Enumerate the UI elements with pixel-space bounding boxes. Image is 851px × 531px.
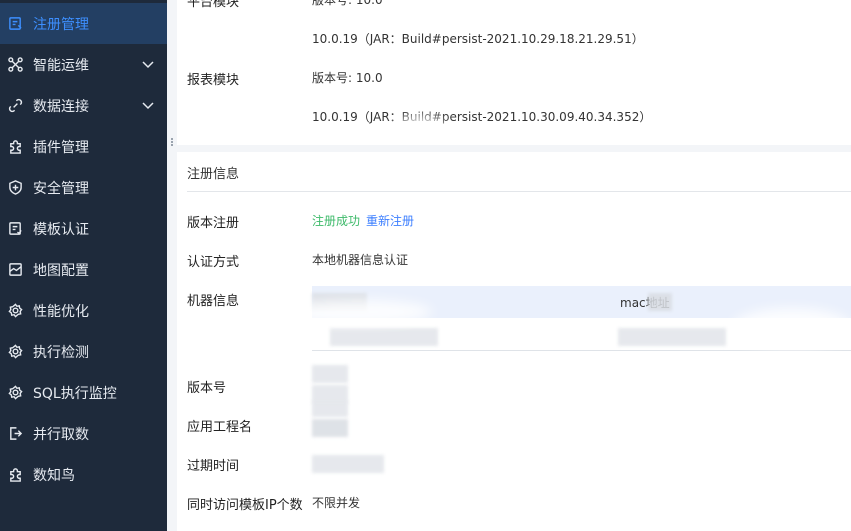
section-title: 注册信息 bbox=[187, 167, 240, 182]
redacted-value bbox=[330, 328, 438, 346]
version-register-label: 版本注册 bbox=[187, 216, 240, 231]
sidebar-item-label: 插件管理 bbox=[33, 139, 89, 156]
redacted-value bbox=[312, 365, 348, 383]
sidebar-item-exec-check[interactable]: 执行检测 bbox=[0, 331, 167, 372]
sidebar-item-label: 数据连接 bbox=[33, 98, 89, 115]
register-status-row: 注册成功 重新注册 bbox=[312, 212, 414, 229]
redacted-value bbox=[312, 455, 384, 473]
section-gap bbox=[177, 145, 851, 152]
chevron-down-icon[interactable] bbox=[141, 57, 155, 71]
sidebar-item-template-auth[interactable]: 模板认证 bbox=[0, 208, 167, 249]
gear-icon bbox=[7, 385, 23, 401]
redacted-value bbox=[648, 293, 672, 311]
sidebar-item-performance[interactable]: 性能优化 bbox=[0, 290, 167, 331]
redacted-value bbox=[312, 419, 348, 437]
auth-method-label: 认证方式 bbox=[187, 255, 240, 270]
map-icon bbox=[7, 262, 23, 278]
resize-handle[interactable] bbox=[169, 137, 175, 151]
sidebar-item-shuzhiniao[interactable]: 数知鸟 bbox=[0, 454, 167, 495]
sidebar-item-label: 性能优化 bbox=[33, 303, 89, 320]
report-module-label: 报表模块 bbox=[187, 73, 240, 88]
ops-icon bbox=[7, 57, 23, 73]
export-icon bbox=[7, 426, 23, 442]
redacted-value bbox=[618, 328, 726, 346]
sidebar: 注册管理 智能运维 数据连接 插件管理 安全管理 模板认证 地图配置 性能优化 … bbox=[0, 0, 167, 531]
sidebar-item-label: 执行检测 bbox=[33, 344, 89, 361]
sidebar-item-map-config[interactable]: 地图配置 bbox=[0, 249, 167, 290]
machine-info-table: mac地址 bbox=[282, 286, 851, 351]
redaction-smudge bbox=[732, 308, 851, 348]
sidebar-item-data-connect[interactable]: 数据连接 bbox=[0, 85, 167, 126]
concurrent-ip-value: 不限并发 bbox=[312, 496, 361, 510]
puzzle-icon bbox=[7, 467, 23, 483]
expire-time-label: 过期时间 bbox=[187, 459, 240, 474]
sidebar-item-label: SQL执行监控 bbox=[33, 385, 117, 402]
app-project-label: 应用工程名 bbox=[187, 420, 253, 435]
sidebar-item-label: 智能运维 bbox=[33, 57, 89, 74]
link-icon bbox=[7, 98, 23, 114]
platform-build: 10.0.19（JAR：Build#persist-2021.10.29.18.… bbox=[312, 32, 644, 46]
sidebar-item-parallel-fetch[interactable]: 并行取数 bbox=[0, 413, 167, 454]
report-version: 版本号: 10.0 bbox=[312, 71, 383, 85]
sidebar-item-label: 数知鸟 bbox=[33, 467, 75, 484]
sidebar-item-register[interactable]: 注册管理 bbox=[0, 3, 167, 44]
redaction-smudge bbox=[282, 300, 432, 324]
sidebar-item-label: 注册管理 bbox=[33, 16, 89, 33]
machine-info-label: 机器信息 bbox=[187, 294, 240, 309]
template-icon bbox=[7, 221, 23, 237]
sidebar-item-label: 并行取数 bbox=[33, 426, 89, 443]
section-divider bbox=[187, 191, 851, 192]
gear-icon bbox=[7, 344, 23, 360]
sidebar-item-label: 模板认证 bbox=[33, 221, 89, 238]
platform-module-label: 平台模块 bbox=[187, 0, 240, 10]
concurrent-ip-label: 同时访问模板IP个数 bbox=[187, 498, 303, 513]
sidebar-item-label: 安全管理 bbox=[33, 180, 89, 197]
register-icon bbox=[7, 16, 23, 32]
shield-icon bbox=[7, 180, 23, 196]
redaction-smudge bbox=[389, 115, 451, 161]
chevron-down-icon[interactable] bbox=[141, 98, 155, 112]
main-panel: 平台模块 版本号: 10.0 10.0.19（JAR：Build#persist… bbox=[177, 0, 851, 531]
version-number-label: 版本号 bbox=[187, 381, 227, 396]
register-status: 注册成功 bbox=[312, 214, 361, 228]
report-build: 10.0.19（JAR：Build#persist-2021.10.30.09.… bbox=[312, 110, 652, 124]
puzzle-icon bbox=[7, 139, 23, 155]
gear-icon bbox=[7, 303, 23, 319]
sidebar-item-security[interactable]: 安全管理 bbox=[0, 167, 167, 208]
auth-method-value: 本地机器信息认证 bbox=[312, 253, 409, 267]
sidebar-item-label: 地图配置 bbox=[33, 262, 89, 279]
redacted-value bbox=[312, 401, 348, 417]
reregister-link[interactable]: 重新注册 bbox=[366, 214, 414, 228]
platform-version: 版本号: 10.0 bbox=[312, 0, 383, 7]
sidebar-item-sql-monitor[interactable]: SQL执行监控 bbox=[0, 372, 167, 413]
module-info-card: 平台模块 版本号: 10.0 10.0.19（JAR：Build#persist… bbox=[177, 0, 851, 161]
sidebar-item-plugins[interactable]: 插件管理 bbox=[0, 126, 167, 167]
sidebar-item-ops[interactable]: 智能运维 bbox=[0, 44, 167, 85]
